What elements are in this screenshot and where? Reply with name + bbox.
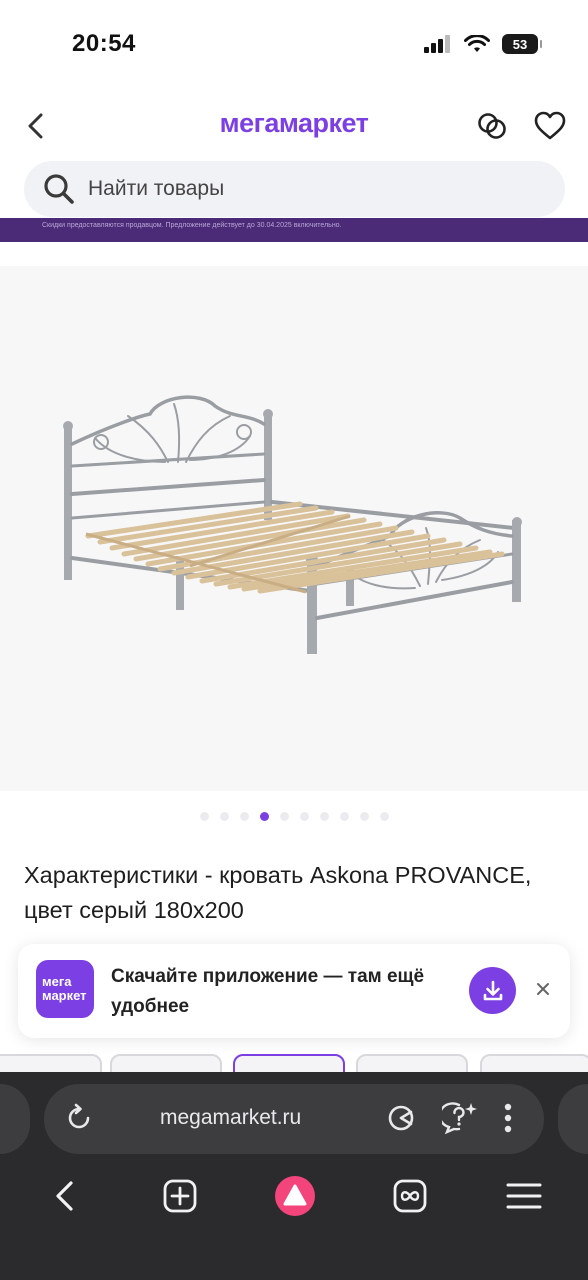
product-title: Характеристики - кровать Askona PROVANCE… xyxy=(24,862,532,923)
gallery-dot[interactable] xyxy=(379,812,389,821)
close-icon xyxy=(537,983,549,995)
protect-button[interactable] xyxy=(384,1101,418,1135)
tabs-infinity-icon xyxy=(393,1179,427,1213)
compare-button[interactable] xyxy=(472,106,512,146)
app-logo-line2: маркет xyxy=(42,988,87,1003)
gallery-dot[interactable] xyxy=(279,812,289,821)
promo-strip: Скидки предоставляются продавцом. Предло… xyxy=(0,218,588,242)
search-bar[interactable]: Найти товары xyxy=(24,161,565,217)
compare-icon xyxy=(478,113,506,139)
close-banner-button[interactable] xyxy=(532,978,554,1000)
chevron-left-icon xyxy=(56,1181,73,1211)
alice-button[interactable] xyxy=(273,1174,317,1218)
gallery-dot[interactable] xyxy=(319,812,329,821)
wifi-icon xyxy=(464,34,490,52)
gallery-dot[interactable] xyxy=(299,812,309,821)
download-icon xyxy=(483,980,502,1000)
signal-icon xyxy=(424,35,450,53)
tabs-button[interactable] xyxy=(388,1174,432,1218)
gallery-dot[interactable] xyxy=(359,812,369,821)
more-vertical-icon xyxy=(504,1103,512,1133)
alice-icon xyxy=(275,1176,315,1216)
gallery-dot[interactable] xyxy=(239,812,249,821)
app-banner-text: Скачайте приложение — там ещё удобнее xyxy=(111,966,425,1017)
search-placeholder: Найти товары xyxy=(88,177,225,200)
plus-square-icon xyxy=(163,1179,197,1213)
gallery-dot[interactable] xyxy=(199,812,209,821)
download-app-button[interactable] xyxy=(469,967,516,1014)
app-download-banner[interactable]: мега маркет Скачайте приложение — там ещ… xyxy=(18,944,570,1038)
app-logo: мега маркет xyxy=(36,960,94,1018)
search-icon xyxy=(44,174,74,204)
browser-back-button[interactable] xyxy=(44,1174,84,1218)
new-tab-button[interactable] xyxy=(158,1174,202,1218)
gallery-dot-active[interactable] xyxy=(259,812,269,821)
promo-text: Скидки предоставляются продавцом. Предло… xyxy=(42,222,342,229)
heart-icon xyxy=(534,111,566,140)
menu-button[interactable] xyxy=(502,1174,546,1218)
protect-icon xyxy=(388,1105,414,1131)
assistant-button[interactable] xyxy=(440,1099,480,1137)
gallery-pagination xyxy=(0,812,588,821)
gallery-dot[interactable] xyxy=(219,812,229,821)
chat-question-icon xyxy=(442,1102,477,1135)
product-image xyxy=(63,395,522,654)
product-image-gallery[interactable] xyxy=(0,266,588,791)
status-time: 20:54 xyxy=(72,30,136,57)
more-menu-button[interactable] xyxy=(496,1100,520,1136)
url-text: megamarket.ru xyxy=(160,1106,302,1129)
reload-button[interactable] xyxy=(62,1100,96,1136)
hamburger-icon xyxy=(506,1183,542,1209)
reload-icon xyxy=(68,1103,90,1129)
app-logo-line1: мега xyxy=(42,974,72,989)
status-icons: 53 xyxy=(424,34,542,54)
battery-indicator: 53 xyxy=(502,34,542,54)
favorites-button[interactable] xyxy=(530,106,570,146)
gallery-dot[interactable] xyxy=(339,812,349,821)
